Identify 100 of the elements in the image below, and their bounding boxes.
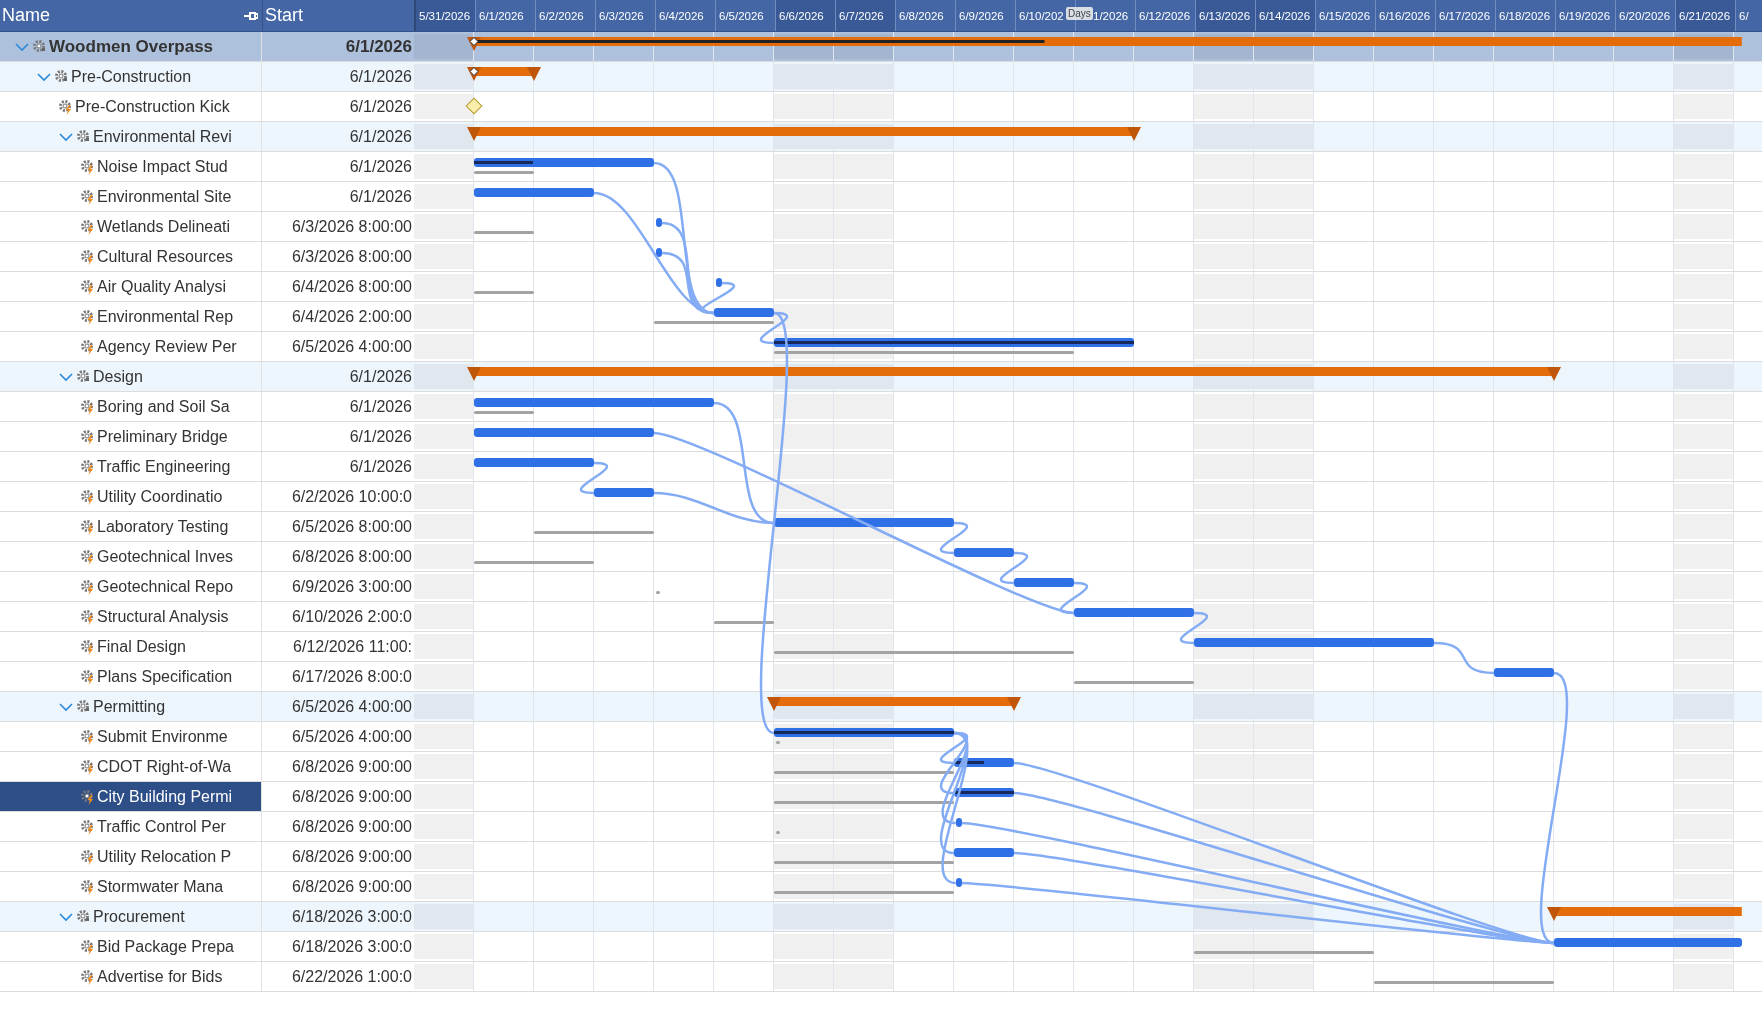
task-bar[interactable] <box>954 758 1014 767</box>
task-name-cell[interactable]: Environmental Rep <box>0 302 262 331</box>
weekend-shade <box>834 424 893 449</box>
task-bar[interactable] <box>715 278 722 287</box>
weekend-shade <box>414 424 473 449</box>
task-name-cell[interactable]: Stormwater Mana <box>0 872 262 901</box>
column-header[interactable]: Name <box>0 5 50 26</box>
start-date-cell-text: 6/18/2026 3:00:0 <box>290 936 413 957</box>
weekend-shade <box>414 364 473 389</box>
task-name-cell[interactable]: City Building Permi <box>0 782 262 811</box>
summary-bar[interactable] <box>767 697 1021 712</box>
weekend-shade <box>834 94 893 119</box>
weekend-shade <box>774 484 833 509</box>
task-name-cell[interactable]: Wetlands Delineati <box>0 212 262 241</box>
task-name-cell[interactable]: Pre-Construction Kick <box>0 92 262 121</box>
task-name-cell[interactable]: Utility Relocation P <box>0 842 262 871</box>
weekend-shade <box>414 34 473 59</box>
gear-icon <box>76 128 92 145</box>
gear-lightning-icon <box>80 338 96 355</box>
weekend-shade <box>1674 424 1733 449</box>
weekend-shade <box>414 514 473 539</box>
weekend-shade <box>414 874 473 899</box>
date-header: 6/9/2026 <box>959 9 1004 22</box>
date-header: 6/21/2026 <box>1679 9 1731 22</box>
weekend-shade <box>414 154 473 179</box>
task-name-cell[interactable]: Traffic Control Per <box>0 812 262 841</box>
date-header: 6/12/2026 <box>1139 9 1191 22</box>
task-bar[interactable] <box>474 158 654 167</box>
task-name-cell[interactable]: Agency Review Per <box>0 332 262 361</box>
task-name-cell[interactable]: Final Design <box>0 632 262 661</box>
task-name-cell[interactable]: Permitting <box>0 692 262 721</box>
task-bar[interactable] <box>655 248 662 257</box>
task-name-cell[interactable]: Submit Environme <box>0 722 262 751</box>
weekend-shade <box>774 154 833 179</box>
date-header: 6/6/2026 <box>779 9 824 22</box>
gear-lightning-icon <box>80 728 96 745</box>
start-date-cell-text: 6/1/2026 <box>348 396 413 417</box>
gear-lightning-icon <box>80 788 96 805</box>
task-name-cell[interactable]: Plans Specification <box>0 662 262 691</box>
start-date-cell-text: 6/8/2026 8:00:00 <box>290 546 413 567</box>
start-date-cell-text: 6/9/2026 3:00:00 <box>290 576 413 597</box>
weekend-shade <box>1674 94 1733 119</box>
start-date-cell-text: 6/4/2026 2:00:00 <box>290 306 413 327</box>
weekend-shade <box>1674 214 1733 239</box>
task-name-cell[interactable]: CDOT Right-of-Wa <box>0 752 262 781</box>
task-name-cell[interactable]: Air Quality Analysi <box>0 272 262 301</box>
weekend-shade <box>774 184 833 209</box>
weekend-shade <box>834 154 893 179</box>
baseline-bar <box>474 291 534 294</box>
task-name-cell[interactable]: Pre-Construction <box>0 62 262 91</box>
task-name-cell[interactable]: Traffic Engineering <box>0 452 262 481</box>
task-name-cell[interactable]: Laboratory Testing <box>0 512 262 541</box>
summary-bar[interactable] <box>467 67 541 82</box>
weekend-shade <box>1194 154 1253 179</box>
task-name-cell[interactable]: Preliminary Bridge <box>0 422 262 451</box>
task-name-cell[interactable]: Design <box>0 362 262 391</box>
weekend-shade <box>834 394 893 419</box>
column-header[interactable]: Start <box>263 5 303 26</box>
task-name-cell[interactable]: Bid Package Prepa <box>0 932 262 961</box>
weekend-shade <box>1674 874 1733 899</box>
start-date-cell-text: 6/2/2026 10:00:0 <box>290 486 413 507</box>
weekend-shade <box>1674 484 1733 509</box>
weekend-shade <box>414 334 473 359</box>
weekend-shade <box>414 664 473 689</box>
task-name-cell[interactable]: Utility Coordinatio <box>0 482 262 511</box>
date-header: 6/ <box>1739 9 1749 22</box>
gear-icon <box>32 38 48 55</box>
weekend-shade <box>414 64 473 89</box>
task-name-cell[interactable]: Environmental Revi <box>0 122 262 151</box>
start-date-cell-text: 6/8/2026 9:00:00 <box>290 846 413 867</box>
weekend-shade <box>414 784 473 809</box>
gear-icon <box>76 908 92 925</box>
task-name-cell[interactable]: Woodmen Overpass <box>0 32 262 61</box>
pin-icon[interactable] <box>244 9 258 22</box>
task-bar[interactable] <box>655 218 662 227</box>
task-name-cell[interactable]: Noise Impact Stud <box>0 152 262 181</box>
weekend-shade <box>1194 904 1253 929</box>
task-bar[interactable] <box>954 788 1014 797</box>
weekend-shade <box>1254 544 1313 569</box>
task-bar[interactable] <box>774 338 1134 347</box>
task-name-cell[interactable]: Boring and Soil Sa <box>0 392 262 421</box>
weekend-shade <box>414 394 473 419</box>
date-header: 6/5/2026 <box>719 9 764 22</box>
gear-lightning-icon <box>80 458 96 475</box>
task-bar[interactable] <box>774 728 954 737</box>
task-name-cell[interactable]: Geotechnical Repo <box>0 572 262 601</box>
date-header: 6/17/2026 <box>1439 9 1491 22</box>
weekend-shade <box>1674 184 1733 209</box>
task-name-cell[interactable]: Structural Analysis <box>0 602 262 631</box>
date-header: 6/8/2026 <box>899 9 944 22</box>
task-name-cell[interactable]: Geotechnical Inves <box>0 542 262 571</box>
task-bar[interactable] <box>955 818 962 827</box>
task-bar[interactable] <box>955 878 962 887</box>
task-name-cell[interactable]: Environmental Site <box>0 182 262 211</box>
weekend-shade <box>1254 754 1313 779</box>
task-name-cell[interactable]: Advertise for Bids <box>0 962 262 991</box>
task-name-cell[interactable]: Procurement <box>0 902 262 931</box>
weekend-shade <box>774 94 833 119</box>
date-header: 6/10/202 <box>1019 9 1064 22</box>
task-name-cell[interactable]: Cultural Resources <box>0 242 262 271</box>
